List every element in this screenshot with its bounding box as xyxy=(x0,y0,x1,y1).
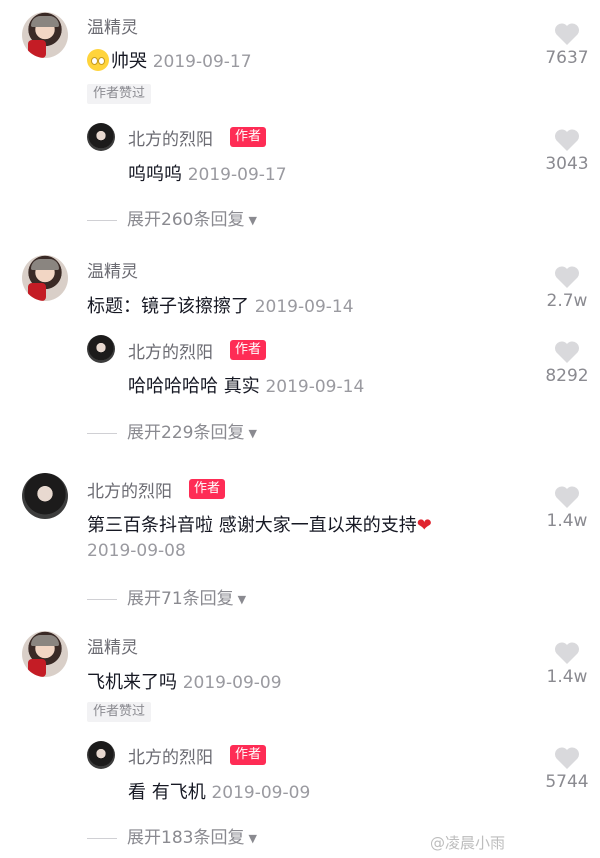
expand-replies-label: 展开260条回复 xyxy=(127,210,245,230)
comment-username[interactable]: 北方的烈阳 xyxy=(87,477,172,502)
caret-down-icon: ▼ xyxy=(248,213,257,227)
heart-icon xyxy=(554,642,580,664)
reply-username[interactable]: 北方的烈阳 xyxy=(128,743,213,768)
caret-down-icon: ▼ xyxy=(248,426,257,440)
red-heart-emoji-icon: ❤ xyxy=(416,515,432,536)
author-tag: 作者 xyxy=(230,340,267,360)
like-button[interactable]: 1.4w xyxy=(537,641,597,687)
author-liked-badge: 作者赞过 xyxy=(87,702,152,722)
reply-text-content: 看 有飞机 xyxy=(128,782,206,803)
avatar[interactable] xyxy=(87,335,115,363)
comment-text-content: 飞机来了吗 xyxy=(87,672,177,693)
like-button[interactable]: 2.7w xyxy=(537,265,597,311)
comment-username[interactable]: 温精灵 xyxy=(87,13,138,38)
avatar[interactable] xyxy=(22,255,68,301)
author-tag: 作者 xyxy=(230,745,267,765)
heart-icon xyxy=(554,747,580,769)
like-button[interactable]: 1.4w xyxy=(537,485,597,531)
comment-text-content: 第三百条抖音啦 感谢大家一直以来的支持 xyxy=(87,515,417,536)
reply-text-content: 呜呜呜 xyxy=(128,164,182,185)
caret-down-icon: ▼ xyxy=(237,592,247,606)
expand-replies-label: 展开71条回复 xyxy=(127,589,234,609)
heart-icon xyxy=(554,23,580,45)
divider-line xyxy=(87,432,117,434)
like-count: 2.7w xyxy=(546,291,588,311)
expand-replies-button[interactable]: 展开183条回复 ▼ xyxy=(87,823,257,848)
heart-icon xyxy=(554,266,580,288)
divider-line xyxy=(87,219,117,221)
reply-text: 哈哈哈哈哈 真实 2019-09-14 xyxy=(128,372,364,398)
reply-text: 呜呜呜 2019-09-17 xyxy=(128,160,287,186)
expand-replies-button[interactable]: 展开260条回复 ▼ xyxy=(87,205,257,230)
comment-date: 2019-09-14 xyxy=(254,297,354,317)
expand-replies-button[interactable]: 展开71条回复 ▼ xyxy=(87,584,246,609)
reply-date: 2019-09-17 xyxy=(187,165,287,185)
avatar[interactable] xyxy=(22,12,68,58)
like-count: 1.4w xyxy=(546,667,588,687)
divider-line xyxy=(87,598,117,600)
avatar[interactable] xyxy=(22,473,68,519)
like-count: 3043 xyxy=(545,154,589,174)
comment-text-content: 标题：镜子该擦擦了 xyxy=(87,296,249,317)
crying-face-emoji-icon xyxy=(87,49,109,71)
like-count: 1.4w xyxy=(546,511,588,531)
like-button[interactable]: 8292 xyxy=(537,340,597,386)
avatar[interactable] xyxy=(87,741,115,769)
reply-username[interactable]: 北方的烈阳 xyxy=(128,338,213,363)
comment-text: 帅哭 2019-09-17 xyxy=(87,47,252,73)
divider-line xyxy=(87,837,117,839)
comment-username[interactable]: 温精灵 xyxy=(87,633,138,658)
watermark: @凌晨小雨 xyxy=(430,834,506,852)
expand-replies-label: 展开229条回复 xyxy=(127,423,245,443)
expand-replies-label: 展开183条回复 xyxy=(127,828,245,848)
comment-username[interactable]: 温精灵 xyxy=(87,257,138,282)
reply-text: 看 有飞机 2019-09-09 xyxy=(128,778,310,804)
avatar[interactable] xyxy=(87,123,115,151)
like-button[interactable]: 5744 xyxy=(537,746,597,792)
comment-date: 2019-09-09 xyxy=(182,673,282,693)
comment-text: 标题：镜子该擦擦了 2019-09-14 xyxy=(87,292,354,318)
expand-replies-button[interactable]: 展开229条回复 ▼ xyxy=(87,418,257,443)
comment-date: 2019-09-17 xyxy=(152,52,252,72)
like-count: 5744 xyxy=(545,772,589,792)
comment-text: 第三百条抖音啦 感谢大家一直以来的支持❤ xyxy=(87,511,432,537)
author-liked-badge: 作者赞过 xyxy=(87,84,152,104)
reply-username[interactable]: 北方的烈阳 xyxy=(128,125,213,150)
reply-date: 2019-09-09 xyxy=(211,783,311,803)
caret-down-icon: ▼ xyxy=(248,831,257,845)
heart-icon xyxy=(554,486,580,508)
avatar[interactable] xyxy=(22,631,68,677)
author-tag: 作者 xyxy=(230,127,267,147)
reply-date: 2019-09-14 xyxy=(265,377,365,397)
comment-text-content: 帅哭 xyxy=(111,51,147,72)
comment-text: 飞机来了吗 2019-09-09 xyxy=(87,668,282,694)
comment-date: 2019-09-08 xyxy=(87,541,186,561)
like-button[interactable]: 7637 xyxy=(537,22,597,68)
like-count: 8292 xyxy=(545,366,589,386)
reply-text-content: 哈哈哈哈哈 真实 xyxy=(128,376,260,397)
like-count: 7637 xyxy=(545,48,589,68)
author-tag: 作者 xyxy=(189,479,226,499)
heart-icon xyxy=(554,341,580,363)
like-button[interactable]: 3043 xyxy=(537,128,597,174)
heart-icon xyxy=(554,129,580,151)
